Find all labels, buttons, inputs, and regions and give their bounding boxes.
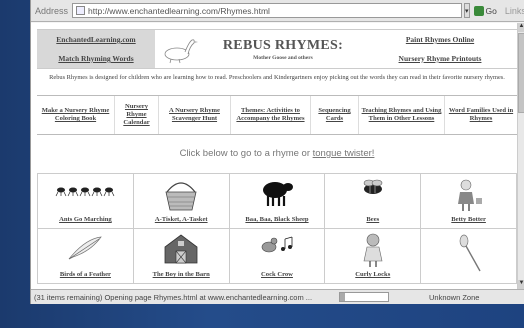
page-title-block: REBUS RHYMES: Mother Goose and others: [203, 30, 363, 68]
status-bar: (31 items remaining) Opening page Rhymes…: [31, 289, 524, 304]
scroll-up-icon[interactable]: ▲: [518, 23, 524, 32]
word-families-link[interactable]: Word Families Used in Rhymes: [445, 96, 517, 134]
page-title: REBUS RHYMES:: [222, 37, 344, 53]
activity-links-row: Make a Nursery Rhyme Coloring Book Nurse…: [37, 95, 517, 135]
rhyme-cell-bees[interactable]: Bees: [325, 174, 422, 229]
go-label: Go: [485, 5, 497, 16]
click-prompt-text: Click below to go to a rhyme or: [179, 148, 313, 159]
click-prompt: Click below to go to a rhyme or tongue t…: [37, 148, 517, 159]
rhyme-cell-barn[interactable]: The Boy in the Barn: [133, 229, 230, 284]
url-field[interactable]: http://www.enchantedlearning.com/Rhymes.…: [72, 3, 463, 18]
scroll-down-icon[interactable]: ▼: [518, 280, 524, 289]
rhyme-cell-feather[interactable]: Birds of a Feather: [38, 229, 134, 284]
bee-icon: [358, 178, 388, 201]
nursery-printouts-link[interactable]: Nursery Rhyme Printouts: [399, 54, 482, 63]
teaching-rhymes-link[interactable]: Teaching Rhymes and Using Them in Other …: [359, 96, 445, 134]
progress-bar: [339, 292, 389, 302]
rhyme-label: Ants Go Marching: [59, 216, 112, 223]
sequencing-cards-link[interactable]: Sequencing Cards: [311, 96, 359, 134]
tongue-twister-link[interactable]: tongue twister!: [313, 148, 375, 159]
feather-icon: [65, 233, 105, 268]
rhyme-label: Cock Crow: [261, 271, 293, 278]
enchanted-learning-link[interactable]: EnchantedLearning.com: [56, 35, 135, 44]
go-button[interactable]: Go: [473, 5, 497, 16]
security-zone: Unknown Zone: [429, 292, 480, 302]
browser-window: Address http://www.enchantedlearning.com…: [30, 0, 524, 304]
girl-icon: [454, 178, 484, 219]
goose-icon: [155, 30, 203, 68]
rhyme-cell-sheep[interactable]: Baa, Baa, Black Sheep: [229, 174, 326, 229]
intro-text: Rebus Rhymes is designed for children wh…: [49, 74, 505, 81]
rhyme-label: Birds of a Feather: [59, 271, 111, 278]
status-message: (31 items remaining) Opening page Rhymes…: [34, 292, 313, 302]
scavenger-hunt-link[interactable]: A Nursery Rhyme Scavenger Hunt: [159, 96, 231, 134]
header-left-links: EnchantedLearning.com Match Rhyming Word…: [37, 30, 155, 68]
rhyme-label: A-Tisket, A-Tasket: [154, 216, 208, 223]
ants-icon: [55, 178, 115, 203]
go-arrow-icon: [473, 5, 484, 16]
rhyme-cell-betty[interactable]: Betty Botter: [421, 174, 517, 229]
vertical-scrollbar[interactable]: ▲ ▼: [517, 23, 524, 289]
rhyme-cell-basket[interactable]: A-Tisket, A-Tasket: [133, 174, 230, 229]
links-button[interactable]: Links: [505, 6, 524, 16]
paint-rhymes-link[interactable]: Paint Rhymes Online: [406, 35, 474, 44]
rhyme-cell-ants[interactable]: Ants Go Marching: [38, 174, 134, 229]
address-label: Address: [35, 5, 69, 16]
header-table: EnchantedLearning.com Match Rhyming Word…: [37, 29, 517, 69]
sheep-icon: [260, 178, 294, 213]
rhyme-label: Bees: [366, 216, 380, 223]
rhyme-cell-spoon[interactable]: [421, 229, 517, 284]
curly-girl-icon: [360, 233, 386, 274]
spoon-icon: [454, 233, 484, 278]
url-dropdown-icon[interactable]: ▾: [464, 3, 470, 18]
basket-icon: [163, 178, 199, 217]
match-rhyming-words-link[interactable]: Match Rhyming Words: [58, 54, 133, 63]
url-text: http://www.enchantedlearning.com/Rhymes.…: [88, 5, 270, 16]
rooster-icon: [259, 233, 295, 262]
header-right-links: Paint Rhymes Online Nursery Rhyme Printo…: [363, 30, 517, 68]
calendar-link[interactable]: Nursery Rhyme Calendar: [115, 96, 159, 134]
progress-fill: [340, 293, 345, 301]
coloring-book-link[interactable]: Make a Nursery Rhyme Coloring Book: [37, 96, 115, 134]
page-icon: [76, 6, 86, 15]
page-content: EnchantedLearning.com Match Rhyming Word…: [31, 23, 517, 289]
rhyme-label: Baa, Baa, Black Sheep: [245, 216, 309, 223]
themes-link[interactable]: Themes: Activities to Accompany the Rhym…: [231, 96, 311, 134]
address-bar: Address http://www.enchantedlearning.com…: [31, 0, 524, 22]
page-subtitle: Mother Goose and others: [253, 54, 313, 61]
rhyme-cell-cock-crow[interactable]: Cock Crow: [229, 229, 326, 284]
rhyme-grid: Ants Go Marching A-Tisket, A-Tasket Baa,…: [37, 173, 517, 284]
rhyme-cell-curly-locks[interactable]: Curly Locks: [325, 229, 422, 284]
barn-icon: [163, 233, 199, 270]
rhyme-label: The Boy in the Barn: [152, 271, 210, 278]
scroll-thumb[interactable]: [518, 33, 524, 113]
